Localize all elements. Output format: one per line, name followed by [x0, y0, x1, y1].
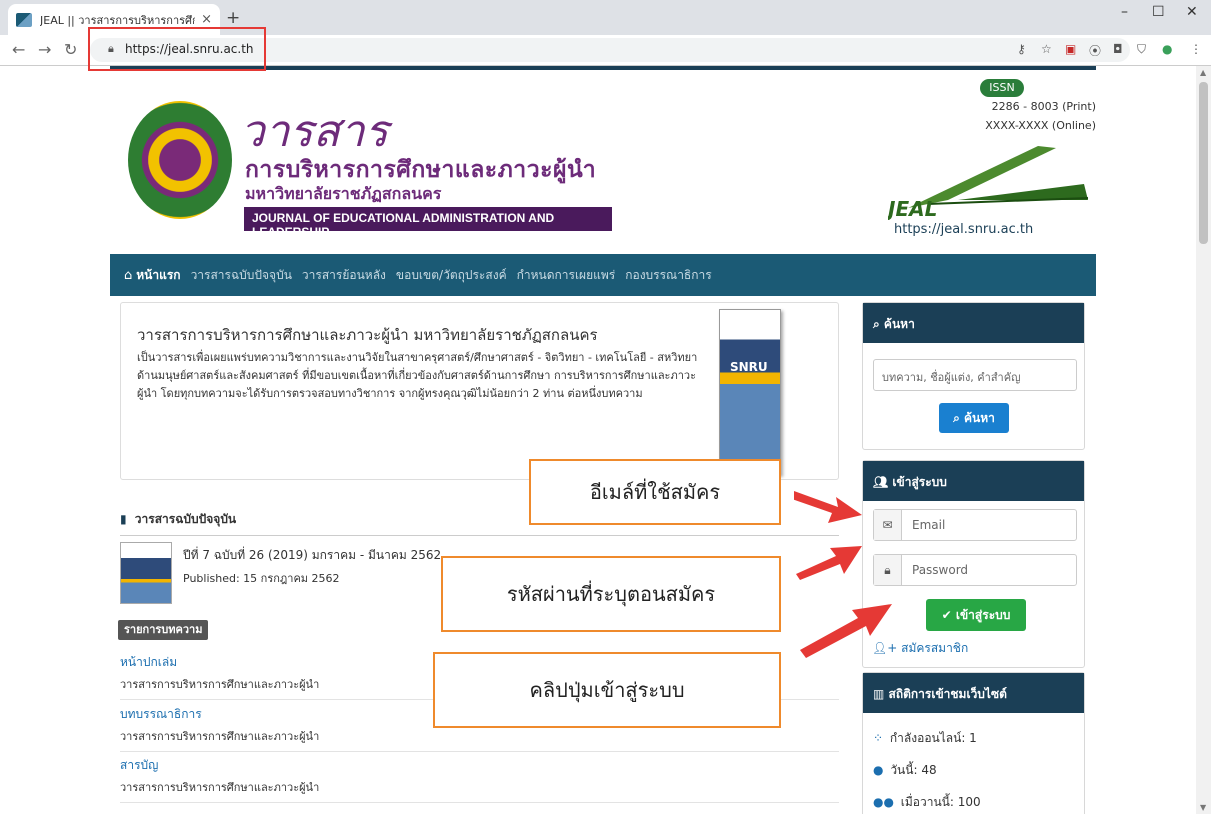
jeal-logo: JEAL: [884, 138, 1094, 221]
issue-published: Published: 15 กรกฎาคม 2562: [183, 572, 340, 585]
stats-card-header: ▥ สถิติการเข้าชมเว็บไซต์: [863, 673, 1084, 713]
button-arrow: [800, 604, 892, 658]
users-icon: 👥︎: [873, 475, 889, 489]
button-callout: คลิปปุ่มเข้าสู่ระบบ: [433, 652, 781, 728]
logo-university-name: มหาวิทยาลัยราชภัฏสกลนคร: [245, 184, 442, 203]
camera-icon[interactable]: ◘: [1113, 42, 1123, 56]
search-card-title: ค้นหา: [883, 317, 915, 331]
jeal-building-graphic: JEAL: [884, 146, 1089, 221]
toc-item-title[interactable]: สารบัญ: [120, 756, 839, 775]
search-input[interactable]: บทความ, ชื่อผู้แต่ง, คำสำคัญ: [873, 359, 1077, 391]
stat-yesterday: ●● เมื่อวานนี้: 100: [873, 793, 981, 812]
stat-today: ● วันนี้: 48: [873, 761, 937, 780]
minimize-button[interactable]: –: [1121, 4, 1128, 20]
home-icon: ⌂: [124, 267, 133, 283]
issn-badge: ISSN: [980, 79, 1024, 97]
maximize-button[interactable]: ☐: [1152, 4, 1165, 20]
stat-online: ⁘ กำลังออนไลน์: 1: [873, 729, 977, 748]
login-button-label: เข้าสู่ระบบ: [955, 608, 1011, 622]
login-card-header: 👥︎ เข้าสู่ระบบ: [863, 461, 1084, 501]
email-placeholder: Email: [912, 518, 946, 532]
close-window-button[interactable]: ✕: [1186, 4, 1198, 20]
envelope-icon: ✉: [874, 510, 902, 540]
page-viewport: วารสาร การบริหารการศึกษาและภาวะผู้นำ มหา…: [0, 66, 1196, 814]
stat-online-text: กำลังออนไลน์: 1: [889, 731, 977, 745]
jeal-logo-text: JEAL: [888, 197, 937, 220]
toc-item-subtitle: วารสารการบริหารการศึกษาและภาวะผู้นำ: [120, 781, 320, 794]
intro-title: วารสารการบริหารการศึกษาและภาวะผู้นำ มหาว…: [137, 326, 598, 344]
star-icon[interactable]: ☆: [1041, 42, 1052, 56]
issue-title[interactable]: ปีที่ 7 ฉบับที่ 26 (2019) มกราคม - มีนาค…: [183, 546, 441, 565]
password-placeholder: Password: [912, 563, 969, 577]
bookmark-icon: ▮: [120, 512, 127, 526]
nav-schedule[interactable]: กำหนดการเผยแพร่: [517, 266, 616, 285]
search-card-header: ⌕ ค้นหา: [863, 303, 1084, 343]
toc-badge: รายการบทความ: [118, 620, 209, 640]
page-scrollbar[interactable]: ▲ ▼: [1196, 66, 1211, 814]
url-highlight-box: [88, 27, 266, 71]
back-arrow-icon[interactable]: ←: [12, 40, 25, 59]
issue-cover-thumbnail[interactable]: [120, 542, 172, 604]
users-icon: ●●: [873, 795, 894, 809]
extension-icon[interactable]: ▣: [1065, 42, 1076, 56]
cover-text: SNRU: [730, 360, 768, 374]
user-icon: ●: [873, 763, 884, 777]
search-button[interactable]: ⌕ ค้นหา: [939, 403, 1009, 433]
issn-online: XXXX-XXXX (Online): [985, 119, 1096, 132]
new-tab-button[interactable]: +: [226, 8, 240, 28]
check-circle-icon: ✔: [941, 608, 952, 622]
key-icon[interactable]: ⚷: [1017, 42, 1026, 56]
spinner-icon: ⁘: [873, 731, 884, 745]
password-callout: รหัสผ่านที่ระบุตอนสมัคร: [441, 556, 781, 632]
favicon-icon: [16, 12, 32, 27]
login-button[interactable]: ✔ เข้าสู่ระบบ: [926, 599, 1026, 631]
cast-icon[interactable]: ⦿: [1089, 42, 1101, 59]
register-label: สมัครสมาชิก: [901, 641, 969, 655]
email-arrow: [794, 491, 862, 523]
stats-card: ▥ สถิติการเข้าชมเว็บไซต์ ⁘ กำลังออนไลน์:…: [862, 672, 1085, 814]
stat-today-text: วันนี้: 48: [890, 763, 937, 777]
menu-icon[interactable]: ⋮: [1190, 42, 1202, 56]
scroll-thumb[interactable]: [1199, 82, 1208, 244]
nav-home[interactable]: หน้าแรก: [136, 266, 180, 285]
tab-close-icon[interactable]: ×: [201, 12, 212, 27]
current-issue-heading-text: วารสารฉบับปัจจุบัน: [134, 512, 237, 526]
search-button-icon: ⌕: [953, 411, 960, 425]
stat-yesterday-text: เมื่อวานนี้: 100: [900, 795, 981, 809]
issn-print: 2286 - 8003 (Print): [991, 100, 1096, 113]
toc-item-subtitle: วารสารการบริหารการศึกษาและภาวะผู้นำ: [120, 730, 320, 743]
search-card: ⌕ ค้นหา บทความ, ชื่อผู้แต่ง, คำสำคัญ ⌕ ค…: [862, 302, 1085, 450]
forward-arrow-icon[interactable]: →: [38, 40, 51, 59]
journal-english-title: JOURNAL OF EDUCATIONAL ADMINISTRATION AN…: [244, 207, 612, 239]
university-seal-logo: [128, 101, 232, 219]
profile-icon[interactable]: ●: [1162, 42, 1172, 56]
search-icon: ⌕: [873, 317, 880, 331]
nav-current-issue[interactable]: วารสารฉบับปัจจุบัน: [191, 266, 292, 285]
nav-archive[interactable]: วารสารย้อนหลัง: [302, 266, 386, 285]
email-callout: อีเมล์ที่ใช้สมัคร: [529, 459, 781, 525]
password-arrow: [796, 546, 862, 580]
lock-icon: 🔒︎: [874, 555, 902, 585]
email-field[interactable]: ✉ Email: [873, 509, 1077, 541]
header-site-url: https://jeal.snru.ac.th: [894, 222, 1034, 237]
main-nav: ⌂ หน้าแรก วารสารฉบับปัจจุบัน วารสารย้อนห…: [110, 254, 1096, 296]
toc-item: สารบัญ วารสารการบริหารการศึกษาและภาวะผู้…: [120, 756, 839, 803]
nav-scope[interactable]: ขอบเขต/วัตถุประสงค์: [396, 266, 507, 285]
shield-icon[interactable]: ⛉: [1137, 42, 1146, 57]
tab-title: JEAL || วารสารการบริหารการศึกษาและ: [40, 13, 195, 27]
login-card-title: เข้าสู่ระบบ: [892, 475, 947, 489]
password-field[interactable]: 🔒︎ Password: [873, 554, 1077, 586]
stats-card-title: สถิติการเข้าชมเว็บไซต์: [888, 687, 1007, 701]
scroll-down-icon[interactable]: ▼: [1200, 803, 1206, 812]
journal-cover-image: SNRU: [719, 309, 781, 475]
intro-description: เป็นวารสารเพื่อเผยแพร่บทความวิชาการและงา…: [137, 351, 698, 400]
nav-editorial-board[interactable]: กองบรรณาธิการ: [625, 266, 711, 285]
scroll-up-icon[interactable]: ▲: [1200, 68, 1206, 77]
chart-icon: ▥: [873, 687, 885, 701]
search-button-label: ค้นหา: [964, 411, 995, 425]
intro-card: วารสารการบริหารการศึกษาและภาวะผู้นำ มหาว…: [120, 302, 839, 480]
reload-icon[interactable]: ↻: [64, 40, 77, 59]
